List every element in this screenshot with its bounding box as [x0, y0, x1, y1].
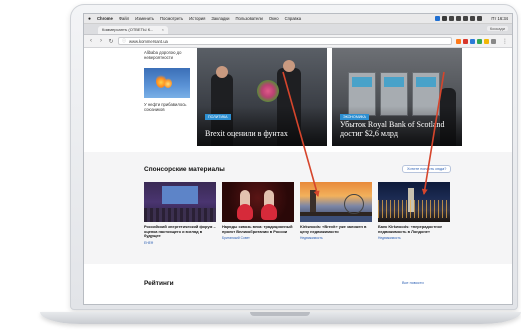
- news-link-alibaba[interactable]: Alibaba дорогою до невероятности: [144, 50, 192, 60]
- tray-dropbox-icon[interactable]: [442, 16, 448, 21]
- tray-volume-icon[interactable]: [470, 16, 476, 21]
- profile-button[interactable]: Коскади: [486, 26, 508, 31]
- back-icon[interactable]: ‹: [88, 38, 94, 44]
- menubar-app-name[interactable]: Chrome: [97, 16, 113, 21]
- browser-toolbar: ‹ › ↻ ⓘ www.kommersant.ua ⋮: [84, 35, 512, 48]
- sponsored-cards: Российский энергетический форум – оценка…: [144, 182, 450, 245]
- address-bar[interactable]: ⓘ www.kommersant.ua: [118, 37, 452, 45]
- london-eye: [344, 194, 364, 214]
- card-source[interactable]: Недвижимость: [378, 236, 450, 240]
- web-page: Alibaba дорогою до невероятности У нефти…: [84, 48, 512, 304]
- tray-battery-icon[interactable]: [477, 16, 483, 21]
- sponsored-card[interactable]: Банк Kirkwoods: «перерадостное недвижимо…: [378, 182, 450, 245]
- flame-image-2: [164, 78, 172, 88]
- card-source[interactable]: Британский Совет: [222, 236, 294, 240]
- all-news-link[interactable]: Все новости: [402, 281, 424, 285]
- card-caption[interactable]: Kirkwoods: «Brexit» уже заложен в цену н…: [300, 224, 372, 234]
- card-caption[interactable]: Российский энергетический форум – оценка…: [144, 224, 216, 239]
- menubar-item-file[interactable]: Файл: [119, 16, 129, 21]
- browser-tabstrip: Коммерсантъ (ОТВЕТЫ К... × Коскади: [84, 24, 512, 35]
- card-image-london-sunset[interactable]: [300, 182, 372, 222]
- browser-menu-icon[interactable]: ⋮: [502, 38, 508, 45]
- hero-card-rbs[interactable]: ЭКОНОМИКА Убыток Royal Bank of Scotland …: [332, 48, 462, 146]
- advertise-here-button[interactable]: Хотите попасть сюда?: [402, 165, 452, 173]
- extensions-area: [456, 38, 496, 44]
- hero-card-brexit[interactable]: ПОЛИТИКА Brexit оценили в фунтах: [197, 48, 327, 146]
- address-url: www.kommersant.ua: [129, 38, 168, 44]
- menubar-item-edit[interactable]: Изменить: [135, 16, 154, 21]
- tray-sync-icon[interactable]: [449, 16, 455, 21]
- sponsored-card[interactable]: Наряды сквозь века: традиционный проект …: [222, 182, 294, 245]
- reload-icon[interactable]: ↻: [108, 38, 114, 45]
- hero-flowers: [257, 80, 279, 102]
- hero-tag[interactable]: ПОЛИТИКА: [205, 114, 231, 120]
- laptop-screen: ● Chrome Файл Изменить Посмотреть Истори…: [84, 14, 512, 304]
- hero-tag[interactable]: ЭКОНОМИКА: [340, 114, 369, 120]
- menubar-item-window[interactable]: Окно: [269, 16, 279, 21]
- audience: [144, 208, 216, 222]
- card-caption[interactable]: Наряды сквозь века: традиционный проект …: [222, 224, 294, 234]
- forward-icon[interactable]: ›: [98, 38, 104, 44]
- card-image-forum[interactable]: [144, 182, 216, 222]
- hero-shade: [197, 106, 327, 146]
- card-image-london-night[interactable]: [378, 182, 450, 222]
- dress-1: [237, 204, 253, 220]
- menubar-item-help[interactable]: Справка: [285, 16, 301, 21]
- menubar-item-history[interactable]: История: [189, 16, 205, 21]
- sponsored-card[interactable]: Российский энергетический форум – оценка…: [144, 182, 216, 245]
- menubar-tray: [435, 16, 483, 21]
- menubar-item-people[interactable]: Пользователи: [236, 16, 263, 21]
- apple-icon[interactable]: ●: [88, 16, 91, 22]
- news-link-oil[interactable]: У нефти прибавилось союзников: [144, 102, 192, 112]
- menubar-clock[interactable]: Пт 16:34: [491, 16, 508, 21]
- tray-app-icon[interactable]: [435, 16, 441, 21]
- card-source[interactable]: ЕНЕФ: [144, 241, 216, 245]
- hero-face-left: [216, 66, 228, 78]
- hero-face-right: [283, 60, 295, 72]
- hero-headline[interactable]: Brexit оценили в фунтах: [205, 129, 321, 138]
- laptop-notch: [250, 312, 310, 316]
- stage-screen: [162, 186, 198, 204]
- sponsored-card[interactable]: Kirkwoods: «Brexit» уже заложен в цену н…: [300, 182, 372, 245]
- page-info-icon[interactable]: ⓘ: [122, 38, 126, 44]
- tab-title: Коммерсантъ (ОТВЕТЫ К...: [102, 27, 154, 32]
- mac-menubar: ● Chrome Файл Изменить Посмотреть Истори…: [84, 14, 512, 24]
- news-thumbnail-oil[interactable]: [144, 68, 190, 98]
- tab-close-icon[interactable]: ×: [162, 27, 164, 32]
- browser-tab[interactable]: Коммерсантъ (ОТВЕТЫ К... ×: [98, 26, 168, 34]
- extension-evernote-icon[interactable]: [477, 38, 482, 44]
- sponsored-section: Спонсорские материалы Хотите попасть сюд…: [84, 152, 512, 264]
- sponsored-title: Спонсорские материалы: [144, 166, 225, 173]
- extension-rss-icon[interactable]: [456, 38, 461, 44]
- city-lights: [378, 200, 450, 218]
- tray-bluetooth-icon[interactable]: [456, 16, 462, 21]
- tray-wifi-icon[interactable]: [463, 16, 469, 21]
- card-image-costumes[interactable]: [222, 182, 294, 222]
- menubar-item-view[interactable]: Посмотреть: [160, 16, 183, 21]
- card-caption[interactable]: Банк Kirkwoods: «перерадостное недвижимо…: [378, 224, 450, 234]
- ratings-title: Рейтинги: [144, 280, 174, 287]
- extension-bookmark-icon[interactable]: [484, 38, 489, 44]
- dress-2: [261, 204, 277, 220]
- extension-adblock-icon[interactable]: [463, 38, 468, 44]
- card-source[interactable]: Недвижимость: [300, 236, 372, 240]
- river: [300, 216, 372, 222]
- menubar-item-bookmarks[interactable]: Закладки: [211, 16, 229, 21]
- extension-pocket-icon[interactable]: [491, 38, 496, 44]
- extension-translate-icon[interactable]: [470, 38, 475, 44]
- hero-headline[interactable]: Убыток Royal Bank of Scotland достиг $2,…: [340, 121, 456, 138]
